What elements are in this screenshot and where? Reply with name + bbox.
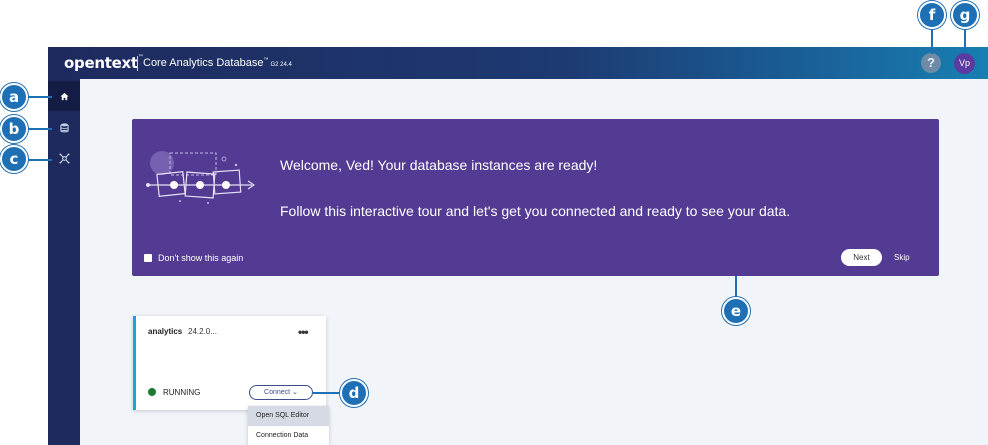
callout-line-f (931, 28, 933, 54)
skip-button[interactable]: Skip (894, 249, 910, 266)
dont-show-checkbox[interactable] (144, 254, 152, 262)
menu-item-open-sql-editor[interactable]: Open SQL Editor (248, 406, 329, 426)
callout-marker-d: d (340, 379, 368, 407)
more-options-icon[interactable]: ••• (298, 325, 309, 339)
top-bar: opentext™ Core Analytics Database™G2 24.… (48, 47, 988, 79)
status-label: RUNNING (163, 388, 201, 397)
banner-title: Welcome, Ved! Your database instances ar… (280, 157, 598, 173)
callout-marker-e: e (722, 297, 750, 325)
callout-line-e (735, 276, 737, 298)
home-icon (59, 92, 69, 100)
page: opentext™ Core Analytics Database™G2 24.… (0, 0, 988, 445)
next-button[interactable]: Next (841, 249, 882, 266)
connect-menu: Open SQL Editor Connection Data (248, 406, 329, 445)
sidebar-item-integrations[interactable] (48, 143, 80, 173)
callout-marker-c: c (0, 145, 28, 173)
brand-name: opentext (64, 54, 138, 72)
product-version: G2 24.4 (270, 62, 292, 68)
menu-item-connection-data[interactable]: Connection Data (248, 426, 329, 445)
callout-line-d (312, 392, 342, 394)
brand-separator (137, 56, 138, 71)
sidebar-item-databases[interactable] (48, 113, 80, 143)
help-button[interactable]: ? (921, 53, 941, 73)
brand-logo: opentext™ (64, 54, 144, 72)
product-label: Core Analytics Database (143, 57, 264, 69)
dont-show-label: Don't show this again (158, 253, 244, 263)
integrations-icon (58, 152, 70, 164)
connect-button[interactable]: Connect ⌄ (249, 385, 313, 400)
instance-version: 24.2.0... (188, 327, 217, 336)
callout-marker-a: a (0, 83, 28, 111)
database-icon (59, 123, 69, 133)
product-name: Core Analytics Database™G2 24.4 (143, 57, 292, 69)
callout-line-c (28, 159, 52, 161)
connect-label: Connect (264, 389, 291, 396)
callout-marker-f: f (918, 1, 946, 29)
banner-text: Follow this interactive tour and let's g… (280, 203, 791, 219)
sidebar-item-home[interactable] (48, 81, 80, 111)
help-icon: ? (927, 55, 935, 70)
dont-show-again[interactable]: Don't show this again (144, 253, 243, 263)
instance-name: analytics (148, 327, 183, 336)
welcome-banner: Welcome, Ved! Your database instances ar… (132, 119, 939, 276)
avatar-initials: Vp (958, 58, 970, 68)
callout-marker-b: b (0, 115, 28, 143)
user-avatar-button[interactable]: Vp (954, 53, 975, 74)
product-trademark: ™ (263, 57, 269, 63)
instance-card[interactable]: analytics 24.2.0... ••• RUNNING Connect … (133, 316, 326, 410)
app-window: opentext™ Core Analytics Database™G2 24.… (48, 47, 988, 445)
callout-line-b (28, 128, 52, 130)
callout-line-a (28, 96, 52, 98)
tour-illustration (146, 151, 256, 204)
chevron-down-icon: ⌄ (292, 389, 298, 396)
callout-line-g (964, 28, 966, 54)
status-indicator (148, 388, 156, 396)
callout-marker-g: g (951, 1, 979, 29)
sidebar (48, 79, 80, 445)
